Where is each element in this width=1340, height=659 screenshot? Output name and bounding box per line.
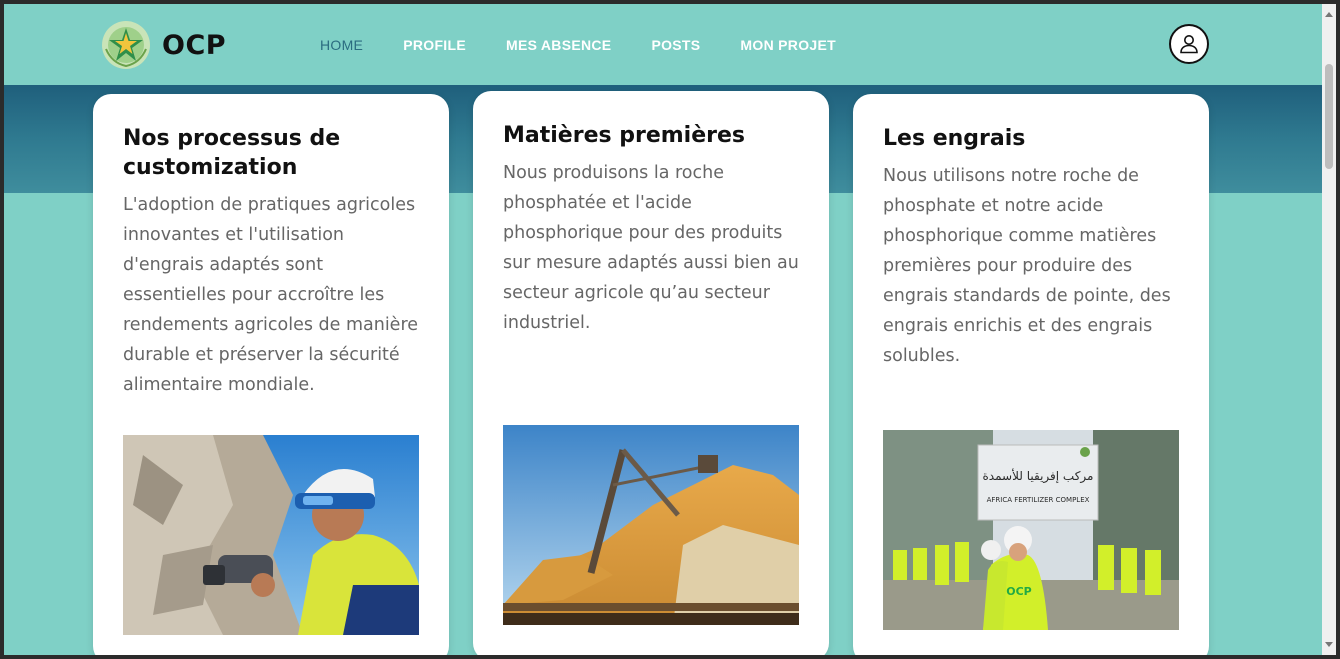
card-title: Matières premières bbox=[503, 123, 746, 148]
card-text: L'adoption de pratiques agricoles innova… bbox=[123, 195, 419, 395]
card-engrais: Les engrais Nous utilisons notre roche d… bbox=[853, 94, 1209, 655]
card-title: Nos processus de customization bbox=[123, 126, 341, 180]
brand[interactable]: OCP bbox=[100, 19, 226, 71]
card-text: Nous utilisons notre roche de phosphate … bbox=[883, 166, 1171, 366]
card-image-fertilizer-complex: مركب إفريقيا للأسمدة AFRICA FERTILIZER C… bbox=[883, 430, 1179, 630]
ocp-logo-icon bbox=[102, 21, 150, 69]
nav-mes-absence[interactable]: MES ABSENCE bbox=[506, 37, 611, 53]
card-title: Les engrais bbox=[883, 126, 1026, 151]
sign-english-text: AFRICA FERTILIZER COMPLEX bbox=[987, 496, 1090, 504]
card-matieres-premieres: Matières premières Nous produisons la ro… bbox=[473, 91, 829, 655]
card-image-stockpile bbox=[503, 425, 799, 625]
nav-profile[interactable]: PROFILE bbox=[403, 37, 466, 53]
nav-posts[interactable]: POSTS bbox=[651, 37, 700, 53]
navbar: OCP HOME PROFILE MES ABSENCE POSTS MON P… bbox=[4, 4, 1322, 85]
vertical-scrollbar[interactable] bbox=[1322, 4, 1336, 655]
page-viewport: OCP HOME PROFILE MES ABSENCE POSTS MON P… bbox=[4, 4, 1322, 655]
card-text: Nous produisons la roche phosphatée et l… bbox=[503, 163, 799, 333]
sign-arabic-text: مركب إفريقيا للأسمدة bbox=[983, 468, 1094, 484]
profile-avatar-button[interactable] bbox=[1169, 24, 1209, 64]
user-icon bbox=[1180, 35, 1198, 54]
card-customization: Nos processus de customization L'adoptio… bbox=[93, 94, 449, 655]
vest-ocp-text: OCP bbox=[1006, 585, 1032, 598]
card-image-worker bbox=[123, 435, 419, 635]
nav-mon-projet[interactable]: MON PROJET bbox=[740, 37, 836, 53]
scroll-thumb[interactable] bbox=[1325, 64, 1333, 169]
nav-home[interactable]: HOME bbox=[320, 37, 363, 53]
brand-name: OCP bbox=[162, 29, 227, 61]
main-nav: HOME PROFILE MES ABSENCE POSTS MON PROJE… bbox=[320, 37, 876, 53]
scroll-down-arrow-icon[interactable] bbox=[1325, 642, 1333, 647]
scroll-up-arrow-icon[interactable] bbox=[1325, 12, 1333, 17]
